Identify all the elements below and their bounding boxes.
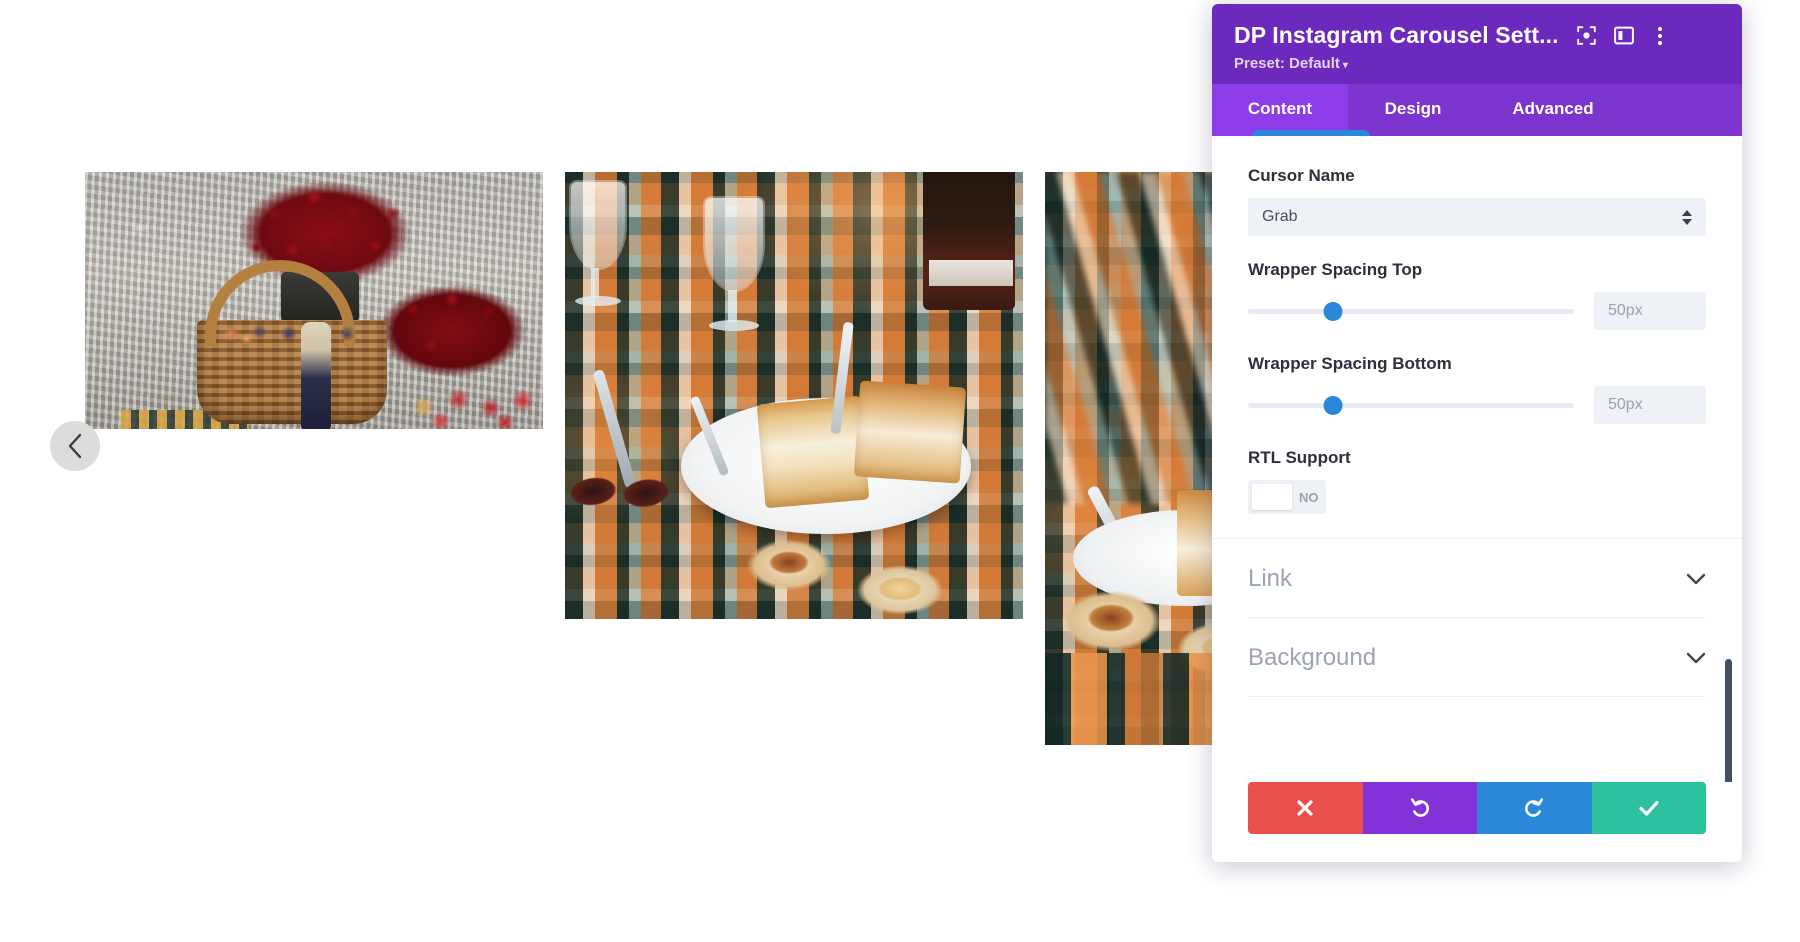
- custard-tart: [1055, 584, 1167, 658]
- cancel-button[interactable]: [1248, 782, 1363, 834]
- tab-content[interactable]: Content: [1212, 84, 1348, 136]
- wine-glass: [705, 198, 763, 290]
- app-stage: DP Instagram Carousel Sett... Preset: De…: [0, 0, 1800, 942]
- tab-advanced[interactable]: Advanced: [1478, 84, 1628, 136]
- wine-bottle: [923, 172, 1015, 310]
- wrapper-spacing-top-label: Wrapper Spacing Top: [1248, 260, 1423, 279]
- focus-target-icon[interactable]: [1576, 26, 1596, 45]
- wrapper-spacing-bottom-slider[interactable]: [1248, 392, 1574, 418]
- panel-body: Cursor Name Grab Wrapper Spacing Top 50p…: [1212, 136, 1742, 782]
- slider-track: [1248, 308, 1574, 314]
- cursor-name-select[interactable]: Grab: [1248, 198, 1706, 236]
- accordion-link[interactable]: Link: [1248, 539, 1706, 618]
- check-icon: [1639, 801, 1659, 816]
- slider-handle[interactable]: [1323, 301, 1343, 321]
- tab-design[interactable]: Design: [1348, 84, 1478, 136]
- wine-glass-stem: [728, 290, 737, 322]
- accordion-background-label: Background: [1248, 644, 1377, 671]
- slider-track: [1248, 402, 1574, 408]
- undo-button[interactable]: [1362, 782, 1477, 834]
- custard-tart: [741, 534, 837, 596]
- field-rtl-support: RTL Support NO: [1248, 448, 1706, 514]
- cake-slice: [756, 395, 870, 509]
- panel-footer: [1248, 782, 1706, 834]
- custard-tart: [851, 560, 949, 619]
- rtl-support-label: RTL Support: [1248, 448, 1351, 467]
- chevron-left-icon: [68, 433, 82, 459]
- preset-label: Preset: Default: [1234, 55, 1340, 72]
- panel-scrollbar-thumb[interactable]: [1725, 659, 1732, 782]
- close-icon: [1297, 800, 1313, 816]
- panel-header: DP Instagram Carousel Sett... Preset: De…: [1212, 4, 1742, 84]
- select-updown-icon: [1682, 209, 1692, 225]
- red-chrysanthemum-bush: [377, 280, 527, 386]
- redo-button[interactable]: [1477, 782, 1592, 834]
- module-settings-panel: DP Instagram Carousel Sett... Preset: De…: [1212, 4, 1742, 862]
- undo-icon: [1410, 798, 1429, 817]
- field-wrapper-spacing-top: Wrapper Spacing Top 50px: [1248, 260, 1706, 330]
- wrapper-spacing-bottom-input[interactable]: 50px: [1594, 386, 1706, 424]
- carousel-prev-button[interactable]: [50, 421, 100, 471]
- save-button[interactable]: [1591, 782, 1706, 834]
- apples-pile: [403, 372, 543, 429]
- wrapper-spacing-top-input[interactable]: 50px: [1594, 292, 1706, 330]
- cursor-name-value: Grab: [1262, 208, 1298, 225]
- field-wrapper-spacing-bottom: Wrapper Spacing Bottom 50px: [1248, 354, 1706, 424]
- carousel-slide[interactable]: [565, 172, 1023, 619]
- preset-selector[interactable]: Preset: Default ▾: [1234, 55, 1720, 72]
- accordion-background[interactable]: Background: [1248, 618, 1706, 697]
- preset-caret-icon: ▾: [1342, 60, 1348, 71]
- wrapper-spacing-bottom-label: Wrapper Spacing Bottom: [1248, 354, 1452, 373]
- field-cursor-name: Cursor Name Grab: [1248, 166, 1706, 236]
- wine-glass-base: [575, 296, 621, 306]
- cake-slice: [853, 380, 967, 484]
- panel-layout-icon[interactable]: [1613, 26, 1634, 45]
- slide-photo-basket: [85, 172, 543, 429]
- wine-glass-stem: [591, 268, 599, 298]
- slider-handle[interactable]: [1323, 395, 1343, 415]
- rtl-support-toggle[interactable]: NO: [1248, 480, 1326, 514]
- plums-and-peaches: [211, 314, 373, 348]
- panel-tabs: Content Design Advanced: [1212, 84, 1742, 143]
- chevron-down-icon: [1686, 648, 1706, 668]
- wine-glass-base: [709, 320, 759, 331]
- chevron-down-icon: [1686, 569, 1706, 589]
- more-vertical-icon[interactable]: [1652, 25, 1668, 47]
- accordion-link-label: Link: [1248, 565, 1293, 592]
- bottle-label: [929, 260, 1013, 286]
- cursor-name-label: Cursor Name: [1248, 166, 1355, 185]
- slide-photo-picnic: [565, 172, 1023, 619]
- wrapper-spacing-top-slider[interactable]: [1248, 298, 1574, 324]
- rtl-support-state: NO: [1299, 489, 1319, 505]
- champagne-bottle: [301, 322, 331, 429]
- carousel-slide[interactable]: [85, 172, 543, 429]
- panel-title: DP Instagram Carousel Sett...: [1234, 22, 1559, 48]
- redo-icon: [1525, 798, 1544, 817]
- toggle-knob: [1252, 484, 1292, 510]
- wine-glass: [571, 182, 625, 268]
